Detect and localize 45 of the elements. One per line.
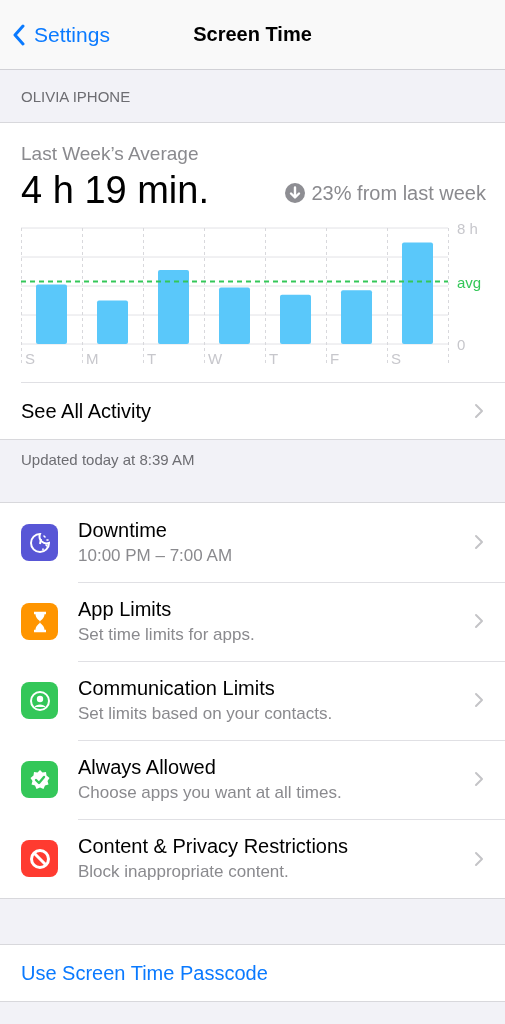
chevron-icon — [474, 692, 484, 708]
y-tick-label: 8 h — [457, 220, 478, 237]
day-label: S — [391, 350, 401, 367]
settings-item[interactable]: Communication Limits Set limits based on your contacts. — [0, 661, 505, 740]
back-button[interactable]: Settings — [12, 22, 110, 47]
chevron-icon — [474, 850, 484, 867]
bar — [280, 294, 311, 344]
bar — [36, 284, 67, 344]
settings-item[interactable]: App Limits Set time limits for apps. — [0, 582, 505, 661]
updated-note: Updated today at 8:39 AM — [21, 451, 195, 468]
day-label: W — [208, 350, 223, 367]
ref-line-label: avg — [457, 273, 482, 291]
back-chevron-icon — [12, 23, 26, 46]
item-title: App Limits — [78, 597, 173, 621]
chevron-icon — [474, 771, 484, 787]
chevron-icon — [474, 534, 484, 550]
device-header: OLIVIA IPHONE — [21, 87, 131, 105]
day-label: S — [25, 350, 35, 367]
bar — [341, 290, 372, 344]
settings-item[interactable]: Content & Privacy Restrictions Block inappropriate content. — [0, 819, 505, 898]
day-label: M — [86, 350, 99, 367]
item-title: Content & Privacy Restrictions — [78, 835, 349, 858]
average-value: 4 h 19 min. — [21, 169, 209, 212]
item-subtitle: Set limits based on your contacts. — [78, 703, 333, 724]
see-all-activity-row[interactable]: See All Activity — [21, 382, 505, 439]
item-title: Downtime — [78, 518, 168, 542]
item-title: Communication Limits — [78, 676, 276, 700]
item-subtitle: Block inappropriate content. — [78, 862, 290, 882]
bar — [219, 287, 250, 344]
screen-title: Screen Time — [193, 23, 312, 46]
day-label: T — [147, 350, 157, 367]
settings-item[interactable]: Always Allowed Choose apps you want at all times. — [0, 740, 505, 819]
chevron-icon — [474, 613, 484, 629]
item-title: Always Allowed — [78, 755, 217, 779]
average-label: Last Week’s Average — [21, 143, 200, 165]
settings-item[interactable]: Downtime 10:00 PM – 7:00 AM — [0, 503, 505, 582]
bar — [97, 300, 128, 344]
item-subtitle: Set time limits for apps. — [78, 624, 255, 645]
item-subtitle: Choose apps you want at all times. — [78, 782, 342, 803]
item-subtitle: 10:00 PM – 7:00 AM — [78, 545, 233, 566]
change-text: 23% from last week — [311, 181, 486, 205]
y-tick-label: 0 — [457, 336, 466, 353]
day-label: T — [269, 350, 279, 367]
chevron-icon — [474, 403, 484, 419]
day-label: F — [330, 350, 340, 367]
